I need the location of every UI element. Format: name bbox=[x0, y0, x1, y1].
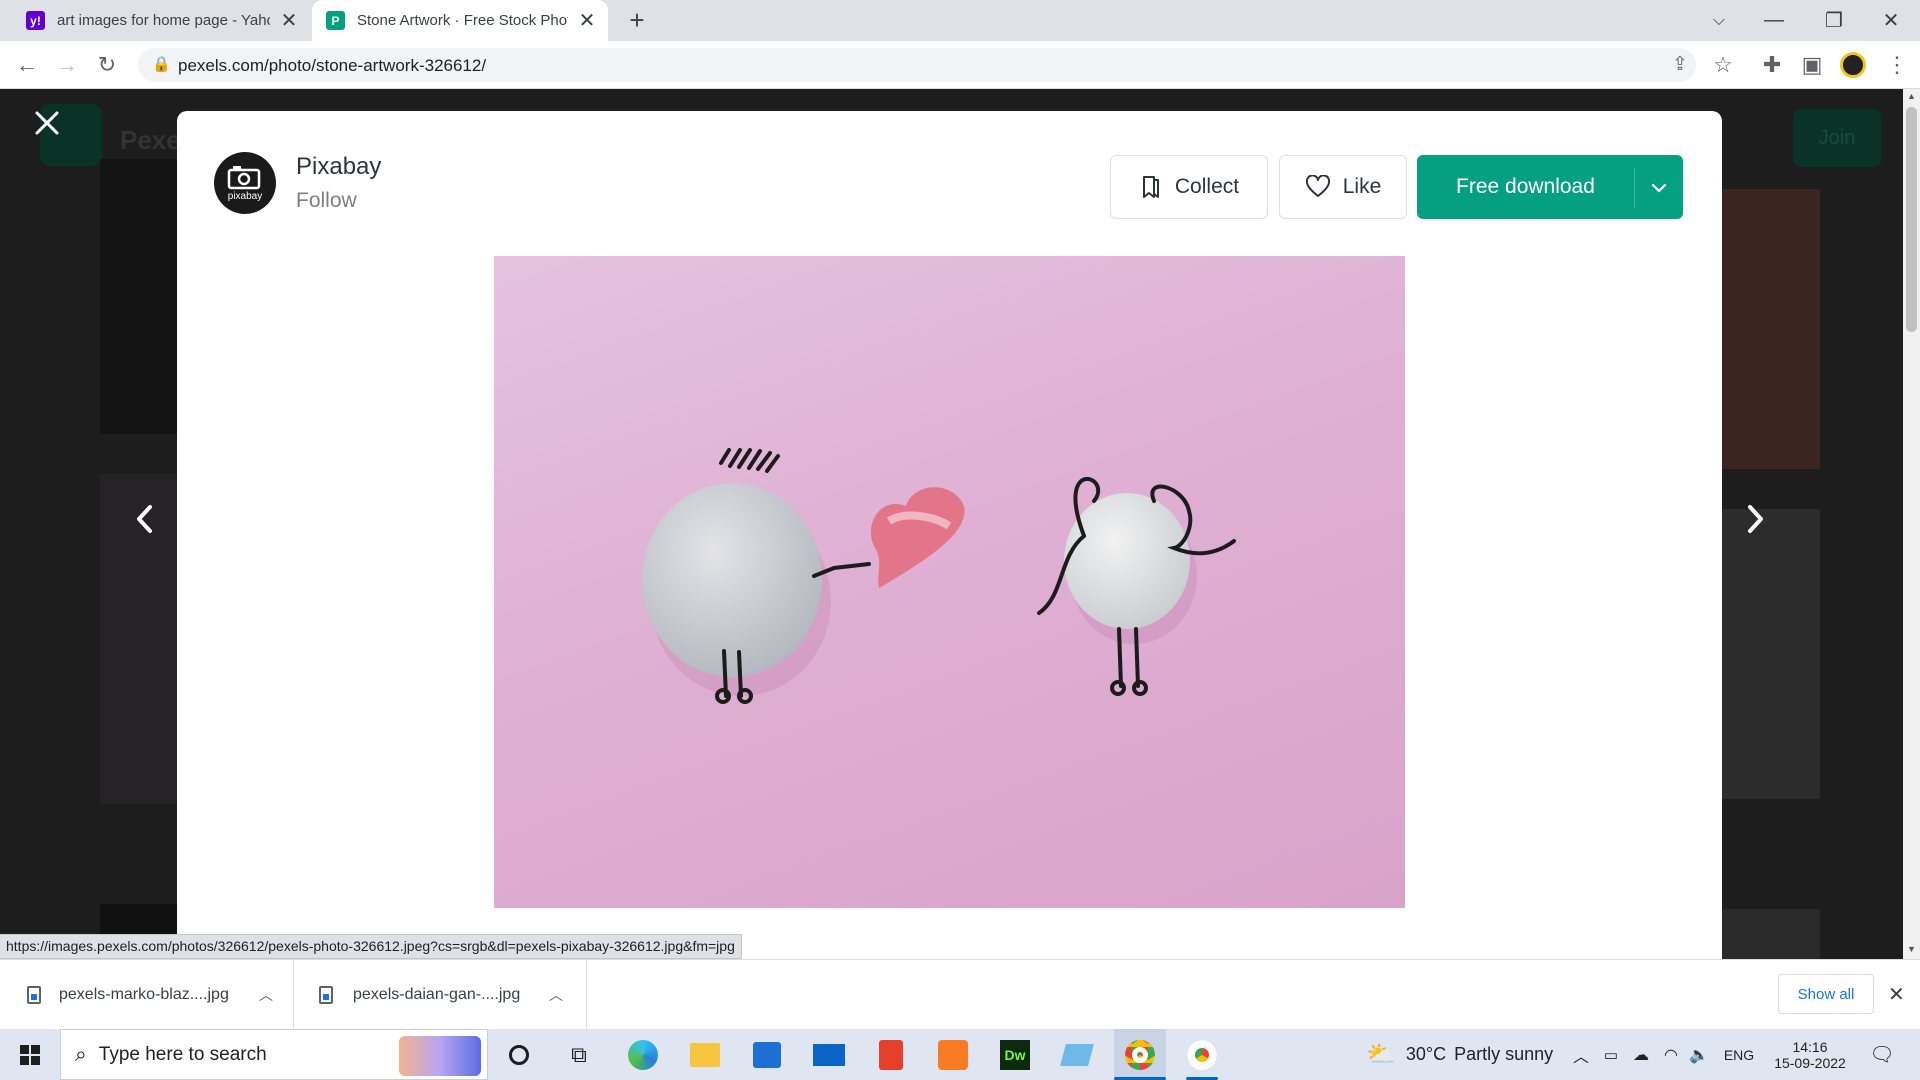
scroll-down-icon[interactable]: ▼ bbox=[1907, 944, 1916, 954]
bookmark-icon bbox=[1142, 176, 1159, 198]
tab-yahoo[interactable]: y! art images for home page - Yahoo ✕ bbox=[12, 0, 310, 41]
minimize-icon[interactable]: — bbox=[1751, 0, 1797, 41]
dreamweaver-icon[interactable]: Dw bbox=[992, 1029, 1038, 1080]
start-windows-icon[interactable] bbox=[0, 1029, 60, 1080]
notepad-icon[interactable] bbox=[1054, 1029, 1100, 1080]
task-view-icon[interactable]: ⧉ bbox=[556, 1029, 602, 1080]
chrome-profile-icon[interactable] bbox=[1176, 1029, 1228, 1080]
new-tab-button[interactable]: + bbox=[620, 0, 654, 41]
edge-icon[interactable] bbox=[620, 1029, 666, 1080]
forward-icon[interactable]: → bbox=[50, 41, 84, 89]
bookmark-star-icon[interactable]: ☆ bbox=[1706, 41, 1740, 89]
show-hidden-icons-icon[interactable]: ︿ bbox=[1568, 1029, 1594, 1080]
profile-avatar[interactable] bbox=[1836, 41, 1870, 89]
pexels-icon: P bbox=[326, 11, 345, 30]
stone-couple-illustration bbox=[642, 448, 1236, 704]
follow-link[interactable]: Follow bbox=[296, 189, 357, 213]
heart-icon bbox=[1305, 175, 1330, 197]
xampp-icon[interactable] bbox=[930, 1029, 976, 1080]
address-bar[interactable]: 🔒 pexels.com/photo/stone-artwork-326612/… bbox=[138, 48, 1696, 82]
restore-icon[interactable]: ❐ bbox=[1811, 0, 1857, 41]
weather-widget[interactable]: ⛅ 30°C Partly sunny bbox=[1366, 1029, 1560, 1080]
next-photo-icon[interactable] bbox=[1740, 499, 1770, 539]
reload-icon[interactable]: ↻ bbox=[90, 41, 124, 89]
photo-modal: pixabay Pixabay Follow Collect Like Free… bbox=[177, 111, 1722, 959]
scrollbar-thumb[interactable] bbox=[1906, 107, 1917, 332]
background-photo bbox=[1722, 509, 1820, 799]
wifi-icon[interactable]: ◠ bbox=[1658, 1029, 1684, 1080]
network-cloud-icon[interactable]: ☁ bbox=[1628, 1029, 1654, 1080]
close-modal-icon[interactable] bbox=[30, 106, 64, 140]
status-url-bubble: https://images.pexels.com/photos/326612/… bbox=[0, 934, 742, 959]
search-icon: ⌕ bbox=[75, 1042, 87, 1066]
share-icon[interactable]: ⇪ bbox=[1672, 53, 1688, 76]
join-button: Join bbox=[1793, 109, 1881, 167]
partly-sunny-icon: ⛅ bbox=[1366, 1041, 1396, 1068]
camera-icon bbox=[227, 166, 261, 190]
close-download-bar-icon[interactable]: ✕ bbox=[1888, 982, 1905, 1007]
extensions-icon[interactable]: ✚ bbox=[1755, 41, 1789, 89]
previous-photo-icon[interactable] bbox=[130, 499, 160, 539]
mail-icon[interactable] bbox=[806, 1029, 852, 1080]
author-avatar[interactable]: pixabay bbox=[214, 152, 276, 214]
download-options-chevron-icon[interactable] bbox=[1634, 156, 1684, 220]
menu-icon[interactable]: ⋮ bbox=[1880, 41, 1914, 89]
show-all-button[interactable]: Show all bbox=[1778, 974, 1874, 1014]
close-tab-icon[interactable]: ✕ bbox=[576, 10, 598, 32]
close-tab-icon[interactable]: ✕ bbox=[278, 10, 300, 32]
pexels-logo-text: Pexe bbox=[120, 125, 181, 155]
download-bar: pexels-marko-blaz....jpg ︿ pexels-daian-… bbox=[0, 959, 1920, 1030]
background-photo bbox=[1722, 909, 1820, 959]
search-highlight-icon bbox=[399, 1036, 481, 1076]
back-icon[interactable]: ← bbox=[10, 41, 44, 89]
close-window-icon[interactable]: ✕ bbox=[1868, 0, 1914, 41]
browser-toolbar: ← → ↻ 🔒 pexels.com/photo/stone-artwork-3… bbox=[0, 41, 1920, 89]
battery-icon[interactable]: ▭ bbox=[1598, 1029, 1624, 1080]
free-download-button[interactable]: Free download bbox=[1417, 155, 1683, 219]
cortana-icon[interactable] bbox=[496, 1029, 542, 1080]
scroll-up-icon[interactable]: ▲ bbox=[1907, 91, 1916, 101]
side-panel-icon[interactable]: ▣ bbox=[1795, 41, 1829, 89]
tab-search-icon[interactable]: ⌵ bbox=[1696, 0, 1742, 41]
language-indicator[interactable]: ENG bbox=[1720, 1029, 1758, 1080]
microsoft-store-icon[interactable] bbox=[744, 1029, 790, 1080]
notifications-icon[interactable]: 🗨 bbox=[1862, 1029, 1902, 1080]
taskbar-search-box[interactable]: ⌕ Type here to search bbox=[60, 1029, 488, 1080]
author-name[interactable]: Pixabay bbox=[296, 153, 381, 181]
file-icon bbox=[27, 986, 41, 1004]
page-viewport: Pexe Join pixabay Pixabay Follow Collect… bbox=[0, 89, 1903, 959]
volume-icon[interactable]: 🔈 bbox=[1686, 1029, 1712, 1080]
collect-button[interactable]: Collect bbox=[1110, 155, 1268, 219]
page-scrollbar[interactable]: ▲ ▼ bbox=[1903, 89, 1920, 959]
background-photo bbox=[1722, 189, 1820, 469]
tab-pexels[interactable]: P Stone Artwork · Free Stock Photo ✕ bbox=[312, 0, 608, 41]
windows-taskbar: ⌕ Type here to search ⧉ Dw ⛅ 30°C Partly… bbox=[0, 1029, 1920, 1080]
download-item[interactable]: pexels-daian-gan-....jpg ︿ bbox=[295, 960, 587, 1030]
clock[interactable]: 14:16 15-09-2022 bbox=[1764, 1029, 1856, 1080]
office-icon[interactable] bbox=[868, 1029, 914, 1080]
file-icon bbox=[319, 986, 333, 1004]
chevron-up-icon[interactable]: ︿ bbox=[549, 985, 563, 1005]
background-photo bbox=[100, 159, 180, 434]
tab-strip: y! art images for home page - Yahoo ✕ P … bbox=[0, 0, 1920, 41]
like-button[interactable]: Like bbox=[1279, 155, 1407, 219]
stone-artwork-photo[interactable] bbox=[494, 256, 1405, 908]
chevron-up-icon[interactable]: ︿ bbox=[259, 985, 273, 1005]
yahoo-icon: y! bbox=[26, 11, 45, 30]
file-explorer-icon[interactable] bbox=[682, 1029, 728, 1080]
lock-icon: 🔒 bbox=[152, 56, 171, 73]
chrome-icon[interactable] bbox=[1114, 1029, 1166, 1080]
download-item[interactable]: pexels-marko-blaz....jpg ︿ bbox=[0, 960, 294, 1030]
